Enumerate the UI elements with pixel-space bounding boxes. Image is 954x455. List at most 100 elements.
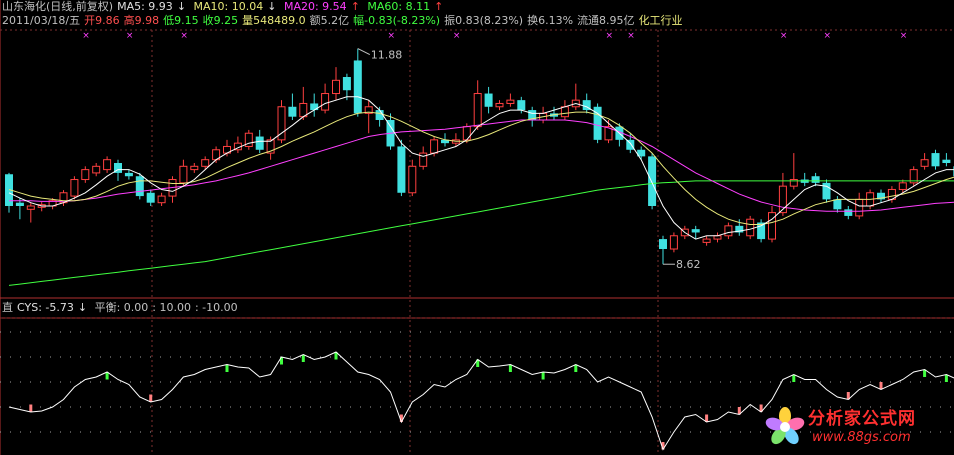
candle-body-down [288,106,297,117]
candle-53 [582,93,591,114]
down-arrow-icon: ↓ [176,0,187,13]
high-price: 高9.98 [123,14,160,27]
candle-body-down [833,199,842,210]
candle-30 [332,67,340,101]
candle-body-up [92,165,101,174]
logo-text: 分析家公式网 [808,409,916,429]
ma60-value: MA60: 8.11 [367,0,431,13]
candle-body-down [135,176,144,197]
candlesticks [5,48,954,265]
signal-mark-11: × [126,31,134,41]
cys-trough-bar-80 [879,382,883,390]
candle-21 [233,136,242,154]
down-arrow-icon: ↓ [77,301,88,314]
candle-body-up [920,159,929,167]
lower-value: : -10.00 [194,301,238,314]
signal-mark-35: × [388,31,396,41]
candle-body-up [26,205,35,210]
high-price-label: 11.88 [371,49,403,62]
candle-45 [495,100,504,111]
candle-body-up [669,235,678,250]
float-cap: 流通8.95亿 [577,14,635,27]
candle-76 [833,196,842,213]
candle-38 [419,146,428,170]
candle-body-down [757,222,766,240]
candle-body-down [931,153,940,167]
candle-64 [702,235,711,246]
ma10-value: MA10: 10.04 [193,0,264,13]
candle-20 [223,139,231,157]
amplitude: 振0.83(8.23%) [444,14,524,27]
up-arrow-icon: ↑ [350,0,360,13]
candle-32 [353,48,362,117]
candle-65 [713,232,722,243]
stock-chart[interactable]: × × × × × × × × × × 11.88 8.62 [0,0,954,455]
candle-body-down [942,159,951,163]
candle-72 [789,153,798,190]
balance-value: 平衡: 0.00 [94,301,149,314]
candle-body-up [506,99,515,104]
signal-mark-71: × [780,31,788,41]
signal-marks: × × × × × × × × × × [82,31,907,41]
candle-28 [310,93,319,117]
candle-body-up [560,106,569,118]
candle-body-down [811,176,820,183]
candle-19 [212,146,221,163]
candle-2 [26,202,35,223]
indicator-header: 直 CYS: -5.73 ↓ 平衡: 0.00: 10.00: -10.00 [2,301,242,315]
signal-mark-57: × [627,31,635,41]
candle-16 [179,159,188,187]
cys-value: CYS: -5.73 [17,301,74,314]
cys-peak-bar-72 [792,374,796,382]
candle-43 [473,80,482,130]
cys-peak-bar-52 [574,364,578,372]
cys-indicator [0,331,954,451]
candle-14 [157,192,166,206]
candle-body-up [724,225,733,237]
cys-peak-bar-27 [301,354,305,362]
candle-body-down [484,93,493,107]
amount: 额5.2亿 [309,14,350,27]
candle-body-down [397,146,406,193]
candle-0 [5,172,13,213]
cys-peak-bar-20 [225,364,229,372]
candle-31 [342,73,351,101]
candle-9 [103,156,112,173]
low-price: 低9.15 [163,14,199,27]
candle-59 [648,153,657,210]
ma-header: 山东海化(日线,前复权) MA5: 9.93 ↓ MA10: 10.04 ↓ MA20… [2,0,447,14]
cys-trough-bar-2 [29,404,33,412]
cys-peak-bar-86 [944,374,948,382]
chart-frame [0,0,954,455]
candle-13 [146,189,155,206]
candle-74 [811,172,820,187]
candle-66 [724,222,733,240]
stock-name: 山东海化(日线,前复权) [2,0,114,13]
candle-83 [909,166,918,187]
cys-peak-bar-46 [508,364,512,372]
candle-body-down [124,172,133,177]
open-price: 开9.86 [84,14,120,27]
candle-body-up [157,195,166,204]
candle-52 [571,83,580,111]
candle-86 [942,153,951,167]
candle-84 [920,153,929,170]
candle-85 [931,149,940,170]
candle-68 [746,215,755,240]
candle-29 [321,83,330,114]
industry: 化工行业 [638,14,683,27]
candle-58 [637,146,646,160]
candle-10 [114,159,122,181]
candle-body-down [353,60,362,114]
candle-body-up [201,159,210,167]
candle-body-down [691,229,700,233]
candle-73 [800,172,809,187]
candle-61 [669,232,678,253]
candle-8 [92,163,101,177]
quote-header: 2011/03/18/五 开9.86 高9.98 低9.15 收9.25 量548489.… [2,14,687,28]
candle-69 [757,219,766,243]
candle-25 [277,100,286,144]
candle-body-down [517,100,526,111]
candle-17 [190,163,199,173]
flower-logo-icon [765,407,805,445]
